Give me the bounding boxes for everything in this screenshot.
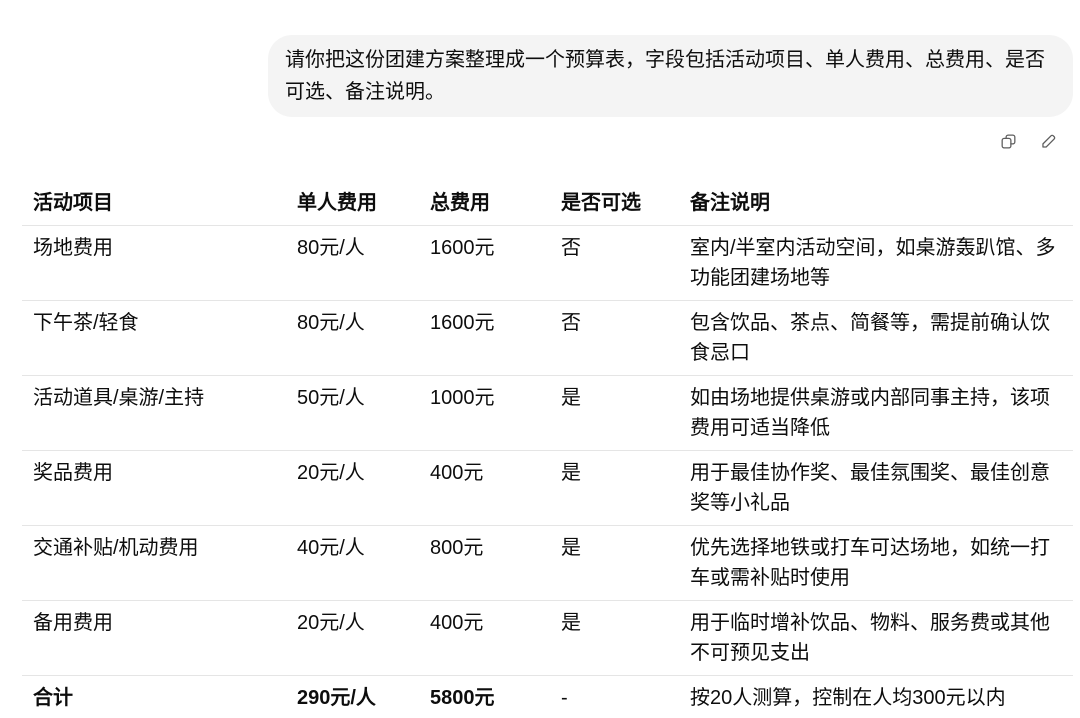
- total-per-person-cost: 290元/人: [297, 687, 376, 709]
- cell-optional: 否: [550, 301, 679, 376]
- column-header-per-person-cost: 单人费用: [286, 181, 419, 226]
- cell-item: 场地费用: [22, 226, 286, 301]
- cell-optional: 是: [550, 451, 679, 526]
- edit-button[interactable]: [1036, 129, 1060, 153]
- copy-button[interactable]: [996, 129, 1020, 153]
- total-label: 合计: [33, 687, 73, 709]
- cell-total-cost: 400元: [419, 451, 550, 526]
- cell-total-cost: 800元: [419, 526, 550, 601]
- cell-note: 室内/半室内活动空间，如桌游轰趴馆、多功能团建场地等: [679, 226, 1073, 301]
- cell-per-person-cost: 20元/人: [286, 451, 419, 526]
- cell-total-cost: 400元: [419, 601, 550, 676]
- cell-item: 下午茶/轻食: [22, 301, 286, 376]
- cell-note: 包含饮品、茶点、简餐等，需提前确认饮食忌口: [679, 301, 1073, 376]
- cell-total-cost: 1600元: [419, 301, 550, 376]
- cell-per-person-cost: 50元/人: [286, 376, 419, 451]
- cell-per-person-cost: 80元/人: [286, 301, 419, 376]
- column-header-note: 备注说明: [679, 181, 1073, 226]
- cell-note: 用于最佳协作奖、最佳氛围奖、最佳创意奖等小礼品: [679, 451, 1073, 526]
- budget-table: 活动项目 单人费用 总费用 是否可选 备注说明 场地费用 80元/人 1600元…: [22, 181, 1073, 717]
- table-total-row: 合计 290元/人 5800元 - 按20人测算，控制在人均300元以内: [22, 676, 1073, 717]
- message-actions: [996, 129, 1060, 153]
- table-row: 下午茶/轻食 80元/人 1600元 否 包含饮品、茶点、简餐等，需提前确认饮食…: [22, 301, 1073, 376]
- column-header-optional: 是否可选: [550, 181, 679, 226]
- total-note: 按20人测算，控制在人均300元以内: [690, 687, 1006, 709]
- total-optional: -: [561, 687, 568, 709]
- cell-item: 备用费用: [22, 601, 286, 676]
- total-cost: 5800元: [430, 687, 495, 709]
- user-message-bubble: 请你把这份团建方案整理成一个预算表，字段包括活动项目、单人费用、总费用、是否可选…: [268, 35, 1073, 117]
- column-header-item: 活动项目: [22, 181, 286, 226]
- cell-total-cost: 1600元: [419, 226, 550, 301]
- cell-per-person-cost: 40元/人: [286, 526, 419, 601]
- cell-optional: 否: [550, 226, 679, 301]
- cell-total-cost: 1000元: [419, 376, 550, 451]
- user-message-text: 请你把这份团建方案整理成一个预算表，字段包括活动项目、单人费用、总费用、是否可选…: [285, 49, 1045, 103]
- cell-optional: 是: [550, 601, 679, 676]
- cell-item: 交通补贴/机动费用: [22, 526, 286, 601]
- cell-item: 活动道具/桌游/主持: [22, 376, 286, 451]
- table-row: 场地费用 80元/人 1600元 否 室内/半室内活动空间，如桌游轰趴馆、多功能…: [22, 226, 1073, 301]
- table-header-row: 活动项目 单人费用 总费用 是否可选 备注说明: [22, 181, 1073, 226]
- table-row: 奖品费用 20元/人 400元 是 用于最佳协作奖、最佳氛围奖、最佳创意奖等小礼…: [22, 451, 1073, 526]
- cell-note: 如由场地提供桌游或内部同事主持，该项费用可适当降低: [679, 376, 1073, 451]
- cell-note: 优先选择地铁或打车可达场地，如统一打车或需补贴时使用: [679, 526, 1073, 601]
- cell-optional: 是: [550, 376, 679, 451]
- cell-per-person-cost: 20元/人: [286, 601, 419, 676]
- edit-icon: [1039, 132, 1058, 151]
- cell-optional: 是: [550, 526, 679, 601]
- copy-icon: [999, 132, 1018, 151]
- cell-per-person-cost: 80元/人: [286, 226, 419, 301]
- cell-item: 奖品费用: [22, 451, 286, 526]
- table-row: 活动道具/桌游/主持 50元/人 1000元 是 如由场地提供桌游或内部同事主持…: [22, 376, 1073, 451]
- column-header-total-cost: 总费用: [419, 181, 550, 226]
- table-row: 备用费用 20元/人 400元 是 用于临时增补饮品、物料、服务费或其他不可预见…: [22, 601, 1073, 676]
- table-row: 交通补贴/机动费用 40元/人 800元 是 优先选择地铁或打车可达场地，如统一…: [22, 526, 1073, 601]
- cell-note: 用于临时增补饮品、物料、服务费或其他不可预见支出: [679, 601, 1073, 676]
